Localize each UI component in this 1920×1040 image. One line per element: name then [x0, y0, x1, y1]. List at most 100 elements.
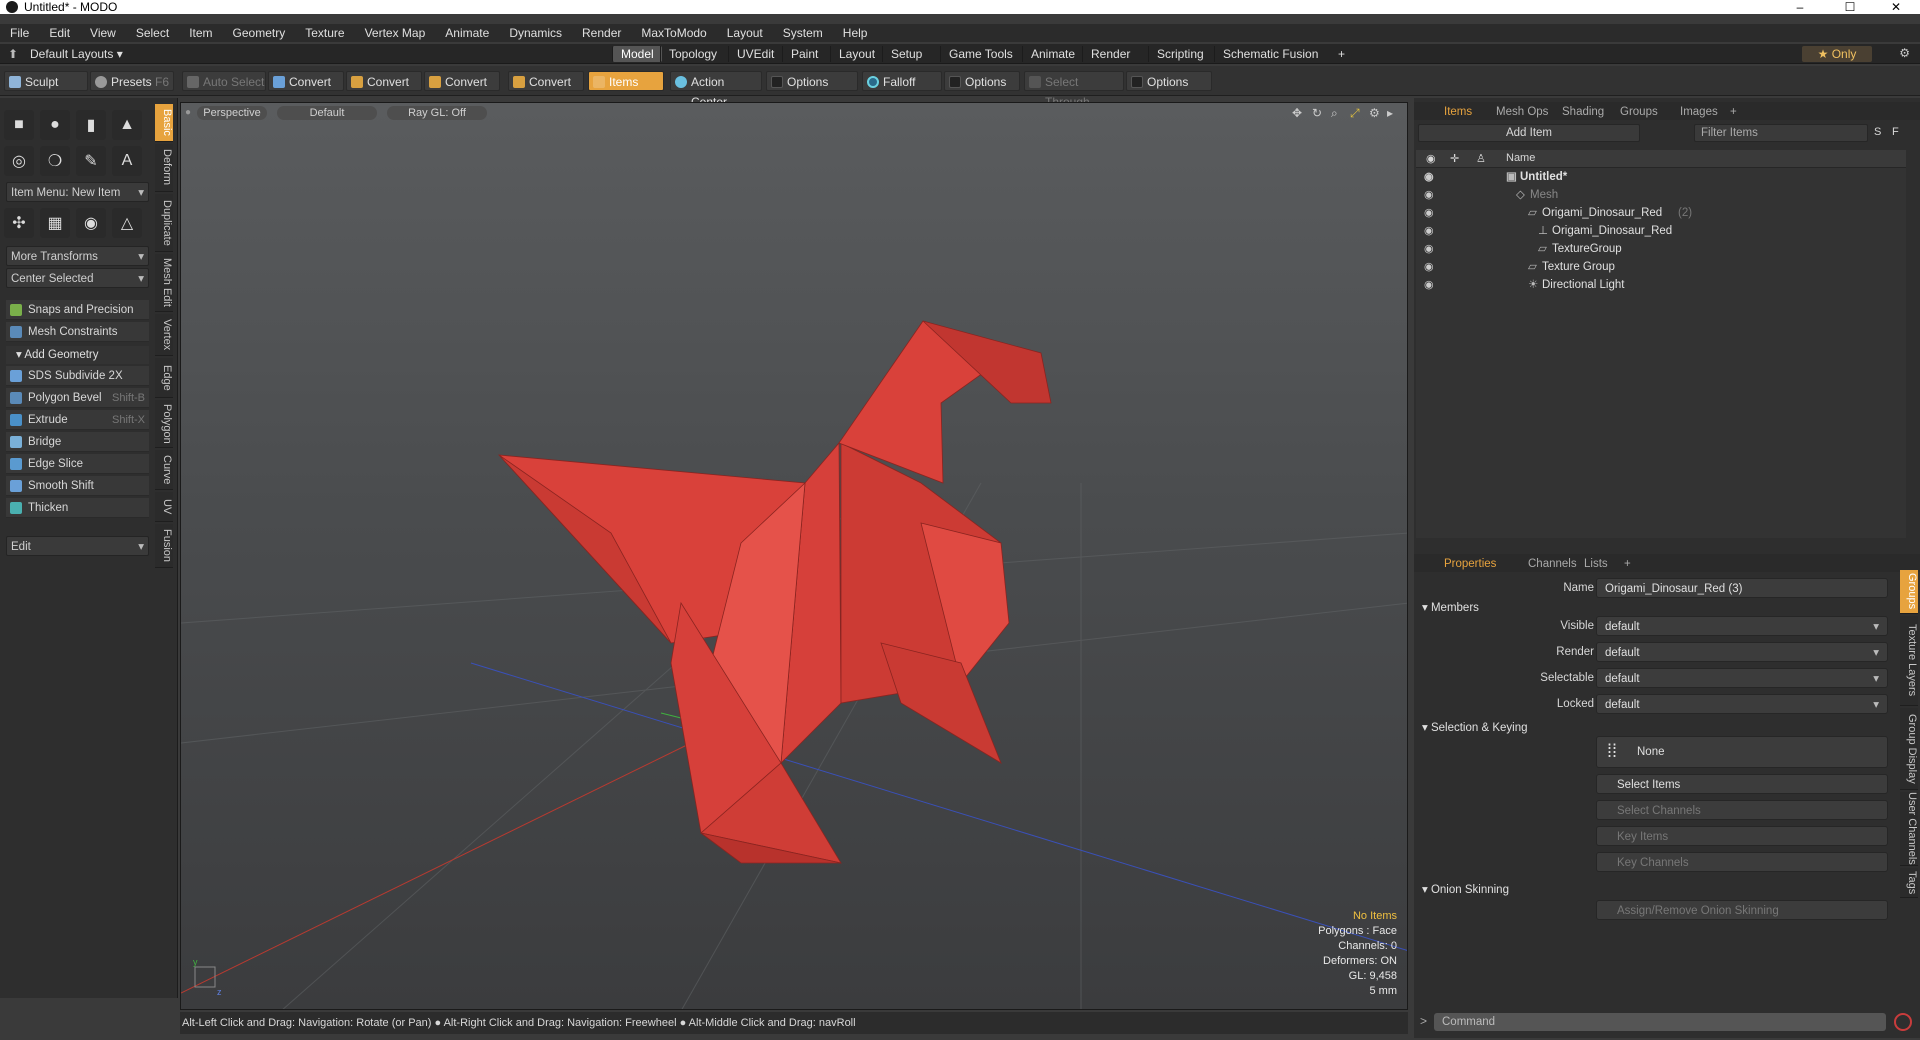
only-toggle[interactable]: ★ Only — [1802, 46, 1872, 62]
cylinder-icon[interactable]: ▮ — [76, 110, 106, 140]
tool-extrude[interactable]: Extrude Shift-X — [6, 410, 149, 430]
vtab-vertex[interactable]: Vertex — [155, 314, 173, 356]
eye-icon[interactable]: ◉ — [1424, 225, 1438, 237]
menu-view[interactable]: View — [80, 26, 126, 40]
vtab-duplicate[interactable]: Duplicate — [155, 194, 173, 252]
convert-edge-button[interactable]: Convert — [346, 71, 422, 91]
tool-edge-slice[interactable]: Edge Slice — [6, 454, 149, 474]
vtab-edge[interactable]: Edge — [155, 358, 173, 398]
select-channels-button[interactable]: Select Channels — [1596, 800, 1888, 820]
edit-dropdown[interactable]: Edit — [6, 536, 149, 557]
tree-row[interactable]: ◉ ▱ TextureGroup — [1416, 240, 1906, 258]
layout-pin-icon[interactable]: ⬆ — [8, 47, 18, 61]
options-button-1[interactable]: Options — [766, 71, 858, 91]
pyramid-icon[interactable]: △ — [112, 208, 142, 238]
menu-dynamics[interactable]: Dynamics — [499, 26, 572, 40]
onion-skinning-header[interactable]: ▾ Onion Skinning — [1422, 882, 1509, 896]
tab-uvedit[interactable]: UVEdit — [728, 46, 782, 62]
mesh-constraints-button[interactable]: Mesh Constraints — [6, 322, 149, 342]
selection-keying-header[interactable]: ▾ Selection & Keying — [1422, 720, 1528, 734]
tab-schematic-fusion[interactable]: Schematic Fusion — [1214, 46, 1326, 62]
menu-item[interactable]: Item — [179, 26, 222, 40]
tool-thicken[interactable]: Thicken — [6, 498, 149, 518]
cone-icon[interactable]: ▲ — [112, 110, 142, 140]
select-through-button[interactable]: Select Through — [1024, 71, 1124, 109]
tab-paint[interactable]: Paint — [782, 46, 826, 62]
menu-animate[interactable]: Animate — [435, 26, 499, 40]
onion-skinning-button[interactable]: Assign/Remove Onion Skinning — [1596, 900, 1888, 920]
menu-system[interactable]: System — [773, 26, 833, 40]
select-items-button[interactable]: Select Items — [1596, 774, 1888, 794]
action-center-button[interactable]: Action Center — [670, 71, 762, 109]
menu-render[interactable]: Render — [572, 26, 631, 40]
items-tab-mesh-ops[interactable]: Mesh Ops — [1486, 104, 1558, 120]
options-button-3[interactable]: Options — [1126, 71, 1212, 91]
options-checkbox[interactable] — [1131, 76, 1143, 88]
props-vtab-tags[interactable]: Tags — [1900, 868, 1918, 898]
selectable-dropdown[interactable]: default — [1596, 668, 1888, 689]
origami-dinosaur-mesh[interactable] — [498, 320, 1052, 864]
tab-render[interactable]: Render — [1082, 46, 1138, 62]
options-checkbox[interactable] — [771, 76, 783, 88]
falloff-button[interactable]: Falloff — [862, 71, 942, 91]
more-transforms-dropdown[interactable]: More Transforms — [6, 246, 149, 267]
name-field[interactable]: Origami_Dinosaur_Red (3) — [1596, 578, 1888, 598]
minimize-button[interactable]: – — [1780, 0, 1820, 14]
tree-row[interactable]: ◉ ▱ Origami_Dinosaur_Red (2) — [1416, 204, 1906, 222]
tool-bridge[interactable]: Bridge — [6, 432, 149, 452]
menu-geometry[interactable]: Geometry — [223, 26, 296, 40]
render-dropdown[interactable]: default — [1596, 642, 1888, 663]
options-button-2[interactable]: Options — [944, 71, 1020, 91]
menu-select[interactable]: Select — [126, 26, 179, 40]
vtab-curve[interactable]: Curve — [155, 450, 173, 490]
tab-scripting[interactable]: Scripting — [1148, 46, 1212, 62]
pen-icon[interactable]: ✎ — [76, 146, 106, 176]
locked-dropdown[interactable]: default — [1596, 694, 1888, 715]
props-vtab-user-channels[interactable]: User Channels — [1900, 792, 1918, 866]
text-icon[interactable]: A — [112, 146, 142, 176]
menu-file[interactable]: File — [0, 26, 39, 40]
center-selected-dropdown[interactable]: Center Selected — [6, 268, 149, 289]
eye-icon[interactable]: ◉ — [1424, 243, 1438, 255]
vtab-deform[interactable]: Deform — [155, 144, 173, 192]
item-menu-dropdown[interactable]: Item Menu: New Item — [6, 182, 149, 203]
vtab-uv[interactable]: UV — [155, 492, 173, 522]
menu-layout[interactable]: Layout — [717, 26, 773, 40]
menu-texture[interactable]: Texture — [295, 26, 354, 40]
tool-sds-subdivide-2x[interactable]: SDS Subdivide 2X — [6, 366, 149, 386]
tab-topology[interactable]: Topology — [660, 46, 725, 62]
props-vtab-group-display[interactable]: Group Display — [1900, 708, 1918, 790]
convert-polygon-button[interactable]: Convert — [424, 71, 500, 91]
eye-icon[interactable]: ◉ — [1424, 279, 1438, 291]
eye-icon[interactable]: ◉ — [1424, 207, 1438, 219]
locator-icon[interactable]: ✣ — [4, 208, 34, 238]
tab-setup[interactable]: Setup — [882, 46, 930, 62]
tab-animate[interactable]: Animate — [1022, 46, 1083, 62]
items-tab-items[interactable]: Items — [1434, 104, 1482, 120]
add-geometry-header[interactable]: ▾ Add Geometry — [6, 346, 149, 364]
sculpt-button[interactable]: Sculpt — [4, 71, 88, 91]
tree-row[interactable]: ◉ ▣ Untitled* — [1416, 168, 1906, 186]
vtab-fusion[interactable]: Fusion — [155, 524, 173, 568]
convert-vertex-button[interactable]: Convert — [268, 71, 344, 91]
props-vtab-texture-layers[interactable]: Texture Layers — [1900, 616, 1918, 706]
menu-edit[interactable]: Edit — [39, 26, 80, 40]
menu-maxtomodo[interactable]: MaxToModo — [631, 26, 716, 40]
items-tab-shading[interactable]: Shading — [1552, 104, 1614, 120]
vtab-polygon[interactable]: Polygon — [155, 400, 173, 448]
options-checkbox[interactable] — [949, 76, 961, 88]
tool-polygon-bevel[interactable]: Polygon Bevel Shift-B — [6, 388, 149, 408]
eye-icon[interactable]: ◉ — [1424, 189, 1438, 201]
tree-row[interactable]: ◉ ☀ Directional Light — [1416, 276, 1906, 294]
items-tab-groups[interactable]: Groups — [1610, 104, 1668, 120]
command-input[interactable]: Command — [1434, 1013, 1886, 1031]
menu-help[interactable]: Help — [833, 26, 878, 40]
key-items-button[interactable]: Key Items — [1596, 826, 1888, 846]
vtab-basic[interactable]: Basic — [155, 104, 173, 142]
close-button[interactable]: ✕ — [1876, 0, 1916, 14]
tree-row[interactable]: ◉ ▱ Texture Group — [1416, 258, 1906, 276]
convert-item-button[interactable]: Convert — [508, 71, 584, 91]
filter-f-button[interactable]: F — [1892, 126, 1899, 138]
tab-game-tools[interactable]: Game Tools — [940, 46, 1021, 62]
eye-icon[interactable]: ◉ — [1424, 261, 1438, 273]
